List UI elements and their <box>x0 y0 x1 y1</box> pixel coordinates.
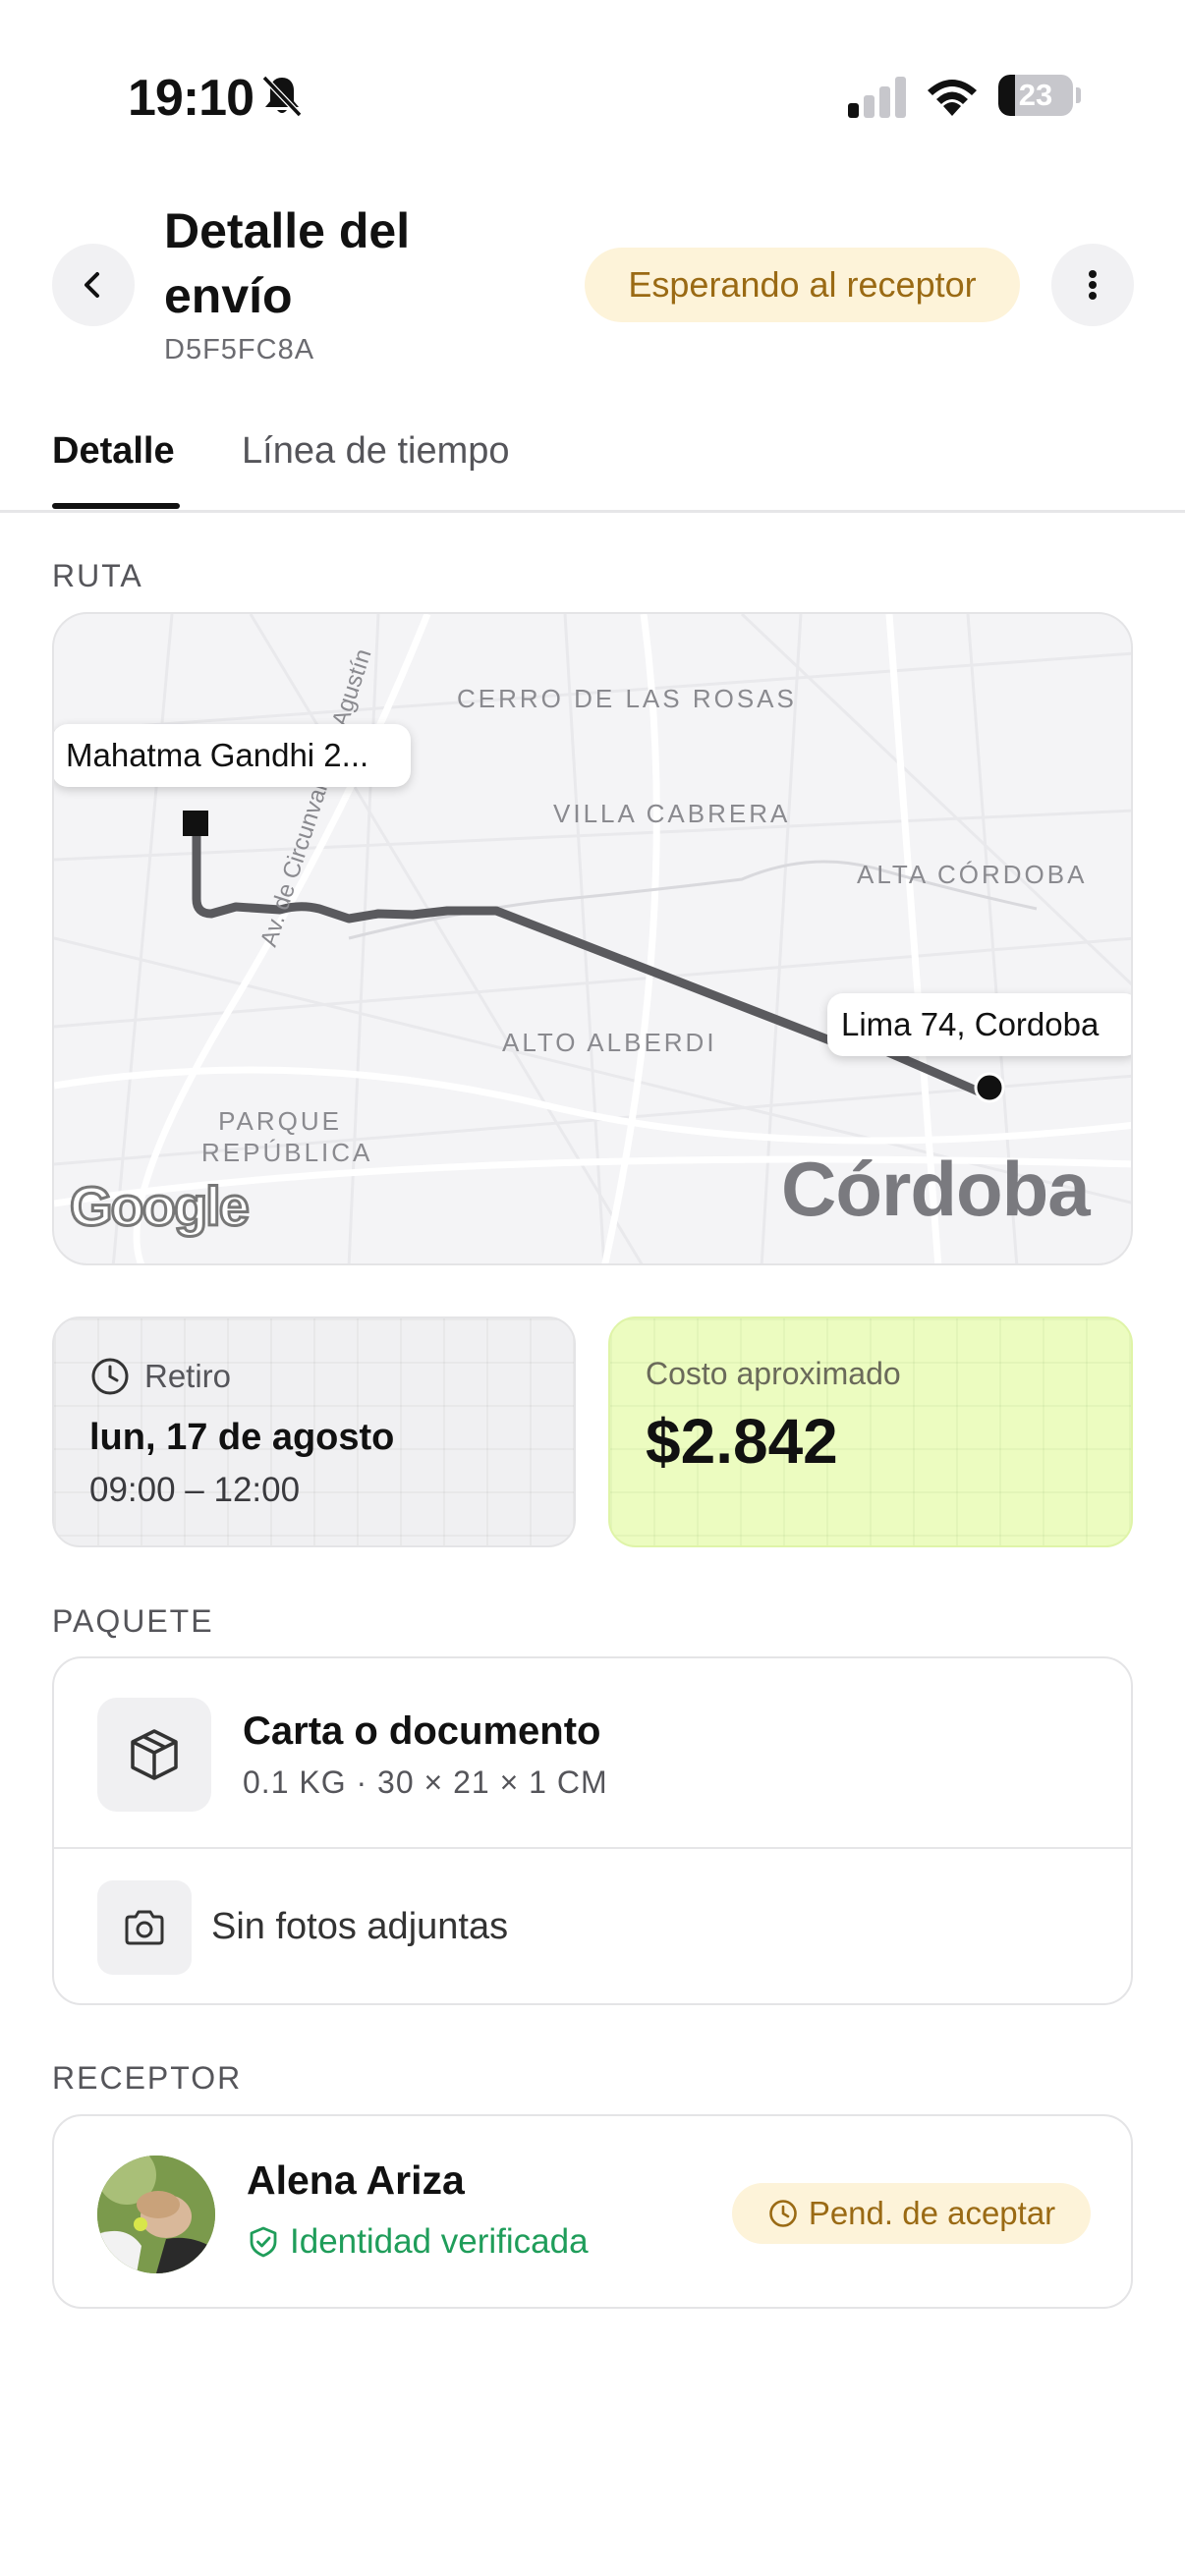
tab-bar: Detalle Línea de tiempo <box>0 422 1185 513</box>
receiver-section-label: RECEPTOR <box>52 2060 243 2096</box>
wifi-icon <box>928 80 977 116</box>
route-map[interactable]: Av. de Circunvalación Agustín CERRO DE L… <box>52 612 1133 1265</box>
package-card: Carta o documento 0.1 KG · 30 × 21 × 1 C… <box>52 1656 1133 2005</box>
destination-marker <box>974 1072 1005 1103</box>
map-area-label: CERRO DE LAS ROSAS <box>457 684 797 713</box>
map-area-label: VILLA CABRERA <box>553 799 791 828</box>
package-box-icon <box>131 1729 178 1780</box>
package-dimensions: 0.1 KG · 30 × 21 × 1 CM <box>243 1764 608 1800</box>
package-section-label: PAQUETE <box>52 1603 214 1639</box>
pickup-date: lun, 17 de agosto <box>89 1417 395 1458</box>
camera-icon <box>125 1910 164 1945</box>
photos-status: Sin fotos adjuntas <box>211 1906 509 1947</box>
battery-percentage: 23 <box>1018 78 1053 112</box>
chevron-left-icon <box>85 272 99 298</box>
map-city-label: Córdoba <box>781 1146 1091 1232</box>
receiver-name: Alena Ariza <box>247 2157 465 2203</box>
status-bar: 19:10 23 <box>0 0 1185 187</box>
receiver-card[interactable]: Alena Ariza Identidad verificada Pend. d… <box>52 2114 1133 2309</box>
cost-value: $2.842 <box>646 1406 838 1477</box>
clock-icon <box>769 2200 797 2227</box>
destination-address-callout: Lima 74, Cordoba <box>827 993 1131 1056</box>
pickup-card: Retiro lun, 17 de agosto 09:00 – 12:00 <box>52 1316 576 1547</box>
tab-linea-de-tiempo[interactable]: Línea de tiempo <box>242 430 510 473</box>
cost-card: Costo aproximado $2.842 <box>608 1316 1133 1547</box>
cellular-signal-icon <box>848 77 906 118</box>
shipment-id: D5F5FC8A <box>164 334 315 365</box>
origin-marker <box>183 811 208 836</box>
pickup-time-range: 09:00 – 12:00 <box>89 1471 301 1509</box>
origin-address-callout: Mahatma Gandhi 2... <box>54 724 411 787</box>
battery-icon: 23 <box>998 75 1081 116</box>
more-options-button[interactable] <box>1051 244 1134 326</box>
shield-check-icon <box>250 2226 277 2258</box>
active-tab-indicator <box>52 503 180 509</box>
map-area-label: ALTA CÓRDOBA <box>857 860 1088 889</box>
identity-verified-label: Identidad verificada <box>247 2222 589 2262</box>
divider <box>54 1847 1131 1849</box>
map-area-label: ALTO ALBERDI <box>502 1028 717 1057</box>
route-section-label: RUTA <box>52 558 143 593</box>
clock-icon <box>91 1358 129 1395</box>
shipment-detail-screen: 19:10 23 Detalle del envío D5F5FC8A Espe… <box>0 0 1185 2576</box>
shipment-status-badge: Esperando al receptor <box>585 248 1020 322</box>
cost-label: Costo aproximado <box>646 1356 901 1391</box>
tab-detalle[interactable]: Detalle <box>52 430 175 473</box>
back-button[interactable] <box>52 244 135 326</box>
page-title: Detalle del envío <box>164 203 411 323</box>
pickup-label: Retiro <box>144 1358 232 1394</box>
package-icon-container <box>97 1698 211 1812</box>
google-logo: Google <box>69 1174 252 1239</box>
map-area-label: PARQUE REPÚBLICA <box>201 1106 373 1167</box>
bell-slash-icon <box>261 75 303 118</box>
verification-text: Identidad verificada <box>290 2222 589 2261</box>
avatar <box>97 2156 215 2273</box>
receiver-status-badge: Pend. de aceptar <box>732 2183 1091 2244</box>
more-vertical-icon <box>1089 270 1097 300</box>
package-type: Carta o documento <box>243 1709 601 1753</box>
camera-icon-container[interactable] <box>97 1880 192 1975</box>
receiver-status-text: Pend. de aceptar <box>808 2195 1056 2231</box>
status-time: 19:10 <box>128 70 254 127</box>
